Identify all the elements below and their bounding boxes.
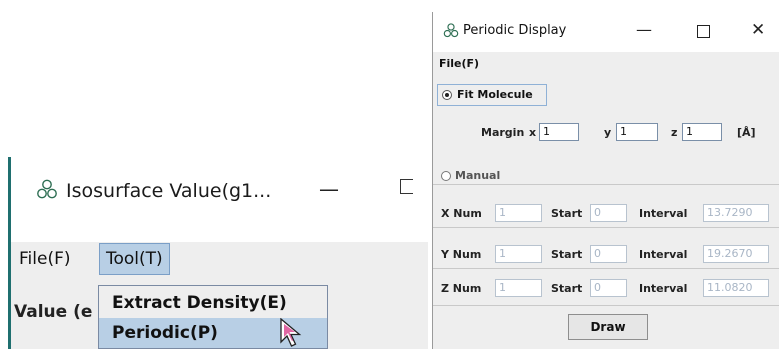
minimize-button[interactable]: —	[319, 177, 339, 201]
periodic-display-window: Periodic Display — ✕ File(F) Fit Molecul…	[432, 12, 779, 349]
menu-bar: File(F) Tool(T)	[11, 242, 428, 278]
value-label: Value (e	[14, 302, 93, 322]
margin-y-input[interactable]: 1	[616, 123, 658, 141]
window-title: Periodic Display	[463, 23, 567, 38]
fit-molecule-label: Fit Molecule	[457, 88, 533, 101]
y-num-input[interactable]: 1	[495, 245, 542, 263]
y-start-input[interactable]: 0	[590, 245, 627, 263]
x-start-input[interactable]: 0	[590, 204, 627, 222]
atom-icon	[36, 179, 58, 205]
window-title: Isosurface Value(g1...	[66, 180, 272, 202]
x-num-input[interactable]: 1	[495, 204, 542, 222]
margin-x-label: x	[529, 126, 537, 139]
cursor-pointer-icon	[280, 317, 306, 353]
margin-z-input[interactable]: 1	[682, 123, 722, 141]
x-interval-input[interactable]: 13.7290	[703, 204, 769, 222]
menu-tool[interactable]: Tool(T)	[99, 243, 170, 275]
margin-y-label: y	[604, 126, 612, 139]
close-button[interactable]: ✕	[751, 20, 765, 40]
z-start-input[interactable]: 0	[590, 279, 627, 297]
menu-bar: File(F)	[433, 52, 779, 76]
z-interval-input[interactable]: 11.0820	[703, 279, 769, 297]
row-divider	[433, 184, 779, 185]
margin-label: Margin	[481, 126, 525, 139]
x-interval-label: Interval	[639, 207, 688, 220]
y-num-label: Y Num	[441, 248, 482, 261]
y-start-label: Start	[551, 248, 583, 261]
maximize-button[interactable]	[400, 179, 413, 194]
row-divider	[433, 268, 779, 269]
draw-button[interactable]: Draw	[568, 314, 648, 340]
menu-item-extract-density[interactable]: Extract Density(E)	[99, 288, 327, 318]
menu-file[interactable]: File(F)	[439, 57, 479, 70]
row-divider	[433, 305, 779, 306]
atom-icon	[443, 23, 459, 43]
unit-label: [Å]	[737, 126, 756, 139]
maximize-button[interactable]	[697, 25, 710, 38]
z-interval-label: Interval	[639, 282, 688, 295]
z-num-label: Z Num	[441, 282, 482, 295]
y-interval-label: Interval	[639, 248, 688, 261]
fit-molecule-option[interactable]: Fit Molecule	[437, 84, 547, 106]
z-start-label: Start	[551, 282, 583, 295]
y-interval-input[interactable]: 19.2670	[703, 245, 769, 263]
row-divider	[433, 227, 779, 228]
minimize-button[interactable]: —	[636, 20, 652, 39]
manual-radio[interactable]	[441, 171, 451, 181]
x-num-label: X Num	[441, 207, 482, 220]
margin-x-input[interactable]: 1	[539, 123, 579, 141]
x-start-label: Start	[551, 207, 583, 220]
menu-file[interactable]: File(F)	[13, 244, 77, 274]
periodic-titlebar: Periodic Display — ✕	[433, 12, 779, 52]
margin-z-label: z	[671, 126, 678, 139]
z-num-input[interactable]: 1	[495, 279, 542, 297]
fit-molecule-radio[interactable]	[442, 90, 452, 100]
manual-label: Manual	[455, 169, 501, 182]
